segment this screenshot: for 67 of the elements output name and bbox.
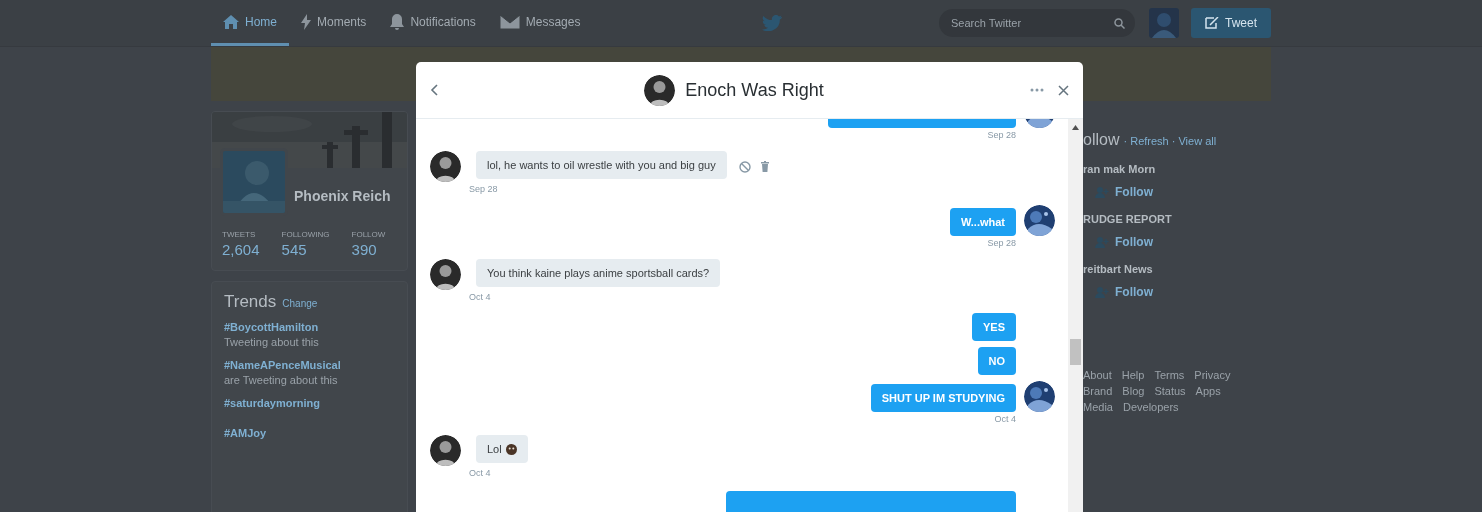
footer-link[interactable]: Brand [1083,385,1113,397]
search-icon [1114,18,1125,29]
message-time: Oct 4 [469,468,492,478]
trend-link[interactable]: #AMJoy [224,427,395,439]
footer-link[interactable]: Status [1154,385,1186,397]
footer-link[interactable]: Apps [1195,385,1221,397]
more-icon[interactable] [1030,88,1044,92]
back-button[interactable] [430,84,438,96]
account-name[interactable]: ran mak Morn [1083,163,1271,175]
message-bubble: Lol [476,435,528,463]
scroll-thumb[interactable] [1070,339,1081,365]
trash-icon[interactable] [760,161,769,172]
footer-link[interactable]: Help [1121,369,1145,381]
trend-context: are Tweeting about this [224,374,339,386]
footer-link[interactable]: Terms [1154,369,1185,381]
footer-link[interactable]: About [1083,369,1112,381]
message-bubble: lol, he wants to oil wrestle with you and big guy [476,151,727,179]
footer-link[interactable]: Blog [1122,385,1145,397]
account-name[interactable]: RUDGE REPORT [1083,213,1271,225]
dialog-title: Enoch Was Right [685,79,824,101]
avatar [644,74,676,106]
nav-tab[interactable]: Moments [289,0,379,46]
message-time: Oct 4 [469,292,492,302]
stat-value[interactable]: 545 [281,241,330,258]
home-icon [223,14,239,29]
tweet-button[interactable]: Tweet [1191,8,1271,38]
section-title: ollow [1083,131,1120,149]
scroll-up-icon[interactable] [1072,125,1079,130]
message-bubble: NO [977,347,1016,375]
follow-button[interactable]: Follow [1095,285,1153,299]
refresh-links[interactable]: · Refresh · View all [1123,135,1217,147]
message-time: Sep 28 [469,184,499,194]
follow-button[interactable]: Follow [1095,235,1153,249]
envelope-icon [499,14,520,29]
block-icon[interactable] [738,160,751,173]
bell-icon [390,13,405,30]
message-bubble: W...what [950,208,1016,236]
nav-tab[interactable]: Messages [487,0,593,46]
message-bubble: SHUT UP IM STUDYING [870,384,1016,412]
footer-link[interactable]: Media [1083,401,1113,413]
stat-value[interactable]: 390 [351,241,386,258]
trend-link[interactable]: #saturdaymorning [224,397,395,409]
lightning-icon [301,13,311,30]
scrollbar[interactable] [1068,119,1083,512]
trend-context: Tweeting about this [224,336,320,348]
compose-icon [1205,17,1219,29]
nav-tab[interactable]: Notifications [378,0,488,46]
close-icon[interactable] [1058,84,1069,96]
trend-link[interactable]: #BoycottHamilton [224,321,395,333]
footer-link[interactable]: Privacy [1194,369,1231,381]
stat-label: TWEETS [222,230,257,239]
stat-label: FOLLOW [351,230,386,239]
message-time: Oct 4 [994,414,1016,424]
change-link[interactable]: Change [282,298,318,309]
profile-name[interactable]: Phoenix Reich [294,188,391,216]
message-time: Sep 28 [987,130,1016,140]
footer-link[interactable]: Developers [1122,401,1179,413]
trend-link[interactable]: #NameAPenceMusical [224,359,395,371]
follow-button[interactable]: Follow [1095,185,1153,199]
message-bubble: You think kaine plays anime sportsball cards? [476,259,721,287]
stat-label: FOLLOWING [281,230,330,239]
message-bubble: YES [972,313,1016,341]
stat-value[interactable]: 2,604 [222,241,260,258]
search-field[interactable]: Search Twitter [939,9,1135,37]
trends-title: Trends [224,292,277,312]
account-name[interactable]: reitbart News [1083,263,1271,275]
message-time: Sep 28 [987,238,1016,248]
